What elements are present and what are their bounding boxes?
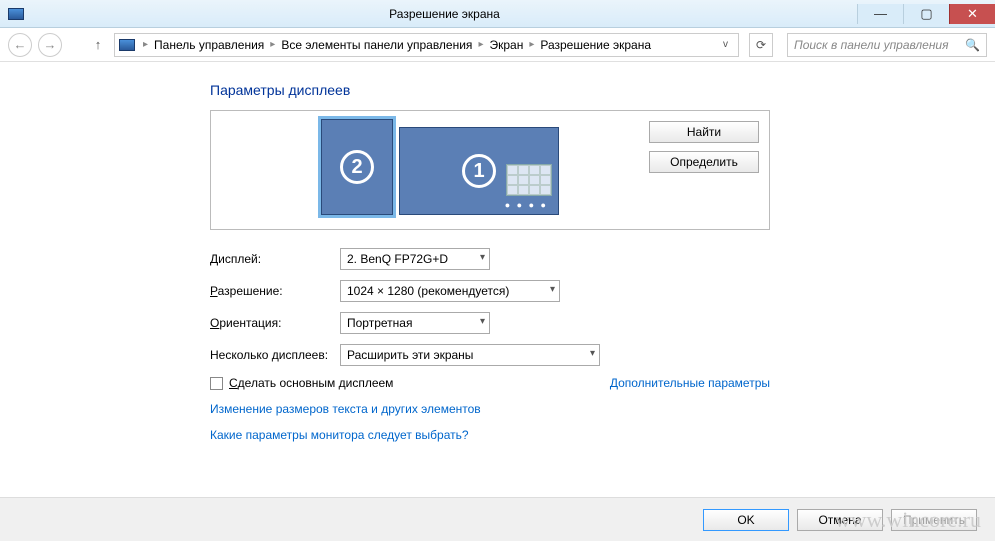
crumb-item[interactable]: Экран (487, 38, 525, 52)
search-placeholder: Поиск в панели управления (794, 38, 949, 52)
window-controls: — ▢ ✕ (857, 4, 995, 24)
breadcrumb[interactable]: ▸ Панель управления ▸ Все элементы панел… (114, 33, 739, 57)
minimize-button[interactable]: — (857, 4, 903, 24)
orientation-value: Портретная (347, 316, 412, 330)
display-label: Дисплей: (210, 252, 340, 266)
orientation-select[interactable]: Портретная ▾ (340, 312, 490, 334)
chevron-right-icon: ▸ (266, 39, 279, 50)
orientation-label: Ориентация: (210, 316, 340, 330)
resolution-label: Разрешение: (210, 284, 340, 298)
crumb-item[interactable]: Разрешение экрана (538, 38, 653, 52)
apply-button: Применить (891, 509, 977, 531)
forward-button[interactable]: → (38, 33, 62, 57)
ok-button[interactable]: OK (703, 509, 789, 531)
window-title: Разрешение экрана (32, 7, 857, 21)
make-primary-label: Сделать основным дисплеем (229, 376, 393, 390)
monitor-1[interactable]: 1 ● ● ● ● (399, 127, 559, 215)
search-input[interactable]: Поиск в панели управления 🔍 (787, 33, 987, 57)
help-link[interactable]: Какие параметры монитора следует выбрать… (210, 428, 995, 442)
chevron-down-icon: ▾ (480, 316, 485, 327)
cancel-button[interactable]: Отмена (797, 509, 883, 531)
chevron-right-icon: ▸ (139, 39, 152, 50)
monitor-preview-panel: 2 1 ● ● ● ● Найти Определить (210, 110, 770, 230)
settings-form: Дисплей: 2. BenQ FP72G+D ▾ Разрешение: 1… (210, 248, 995, 442)
dots-icon: ● ● ● ● (505, 200, 548, 210)
multi-display-select[interactable]: Расширить эти экраны ▾ (340, 344, 600, 366)
up-button[interactable]: ↑ (88, 35, 108, 55)
chevron-down-icon: ▾ (480, 252, 485, 263)
resolution-select[interactable]: 1024 × 1280 (рекомендуется) ▾ (340, 280, 560, 302)
monitor-number: 1 (462, 154, 496, 188)
app-icon (8, 8, 24, 20)
chevron-right-icon: ▸ (525, 39, 538, 50)
maximize-button[interactable]: ▢ (903, 4, 949, 24)
close-button[interactable]: ✕ (949, 4, 995, 24)
back-button[interactable]: ← (8, 33, 32, 57)
refresh-button[interactable]: ⟳ (749, 33, 773, 57)
multi-value: Расширить эти экраны (347, 348, 473, 362)
content-area: Параметры дисплеев 2 1 ● ● ● ● Найти Опр… (0, 62, 995, 497)
display-value: 2. BenQ FP72G+D (347, 252, 448, 266)
page-title: Параметры дисплеев (210, 82, 995, 98)
chevron-right-icon: ▸ (474, 39, 487, 50)
text-size-link[interactable]: Изменение размеров текста и других элеме… (210, 402, 995, 416)
monitor-number: 2 (340, 150, 374, 184)
chevron-down-icon: ▾ (590, 348, 595, 359)
keypad-icon (506, 164, 552, 196)
titlebar: Разрешение экрана — ▢ ✕ (0, 0, 995, 28)
dialog-button-bar: OK Отмена Применить (0, 497, 995, 541)
chevron-down-icon: ▾ (550, 284, 555, 295)
detect-button[interactable]: Определить (649, 151, 759, 173)
search-icon: 🔍 (965, 38, 980, 52)
monitor-2[interactable]: 2 (321, 119, 393, 215)
navbar: ← → ↑ ▸ Панель управления ▸ Все элементы… (0, 28, 995, 62)
make-primary-checkbox[interactable] (210, 377, 223, 390)
chevron-down-icon[interactable]: v (717, 39, 734, 50)
find-button[interactable]: Найти (649, 121, 759, 143)
crumb-item[interactable]: Панель управления (152, 38, 266, 52)
crumb-item[interactable]: Все элементы панели управления (279, 38, 474, 52)
control-panel-icon (119, 39, 135, 51)
resolution-value: 1024 × 1280 (рекомендуется) (347, 284, 509, 298)
multi-label: Несколько дисплеев: (210, 348, 340, 362)
display-select[interactable]: 2. BenQ FP72G+D ▾ (340, 248, 490, 270)
advanced-settings-link[interactable]: Дополнительные параметры (610, 376, 770, 390)
